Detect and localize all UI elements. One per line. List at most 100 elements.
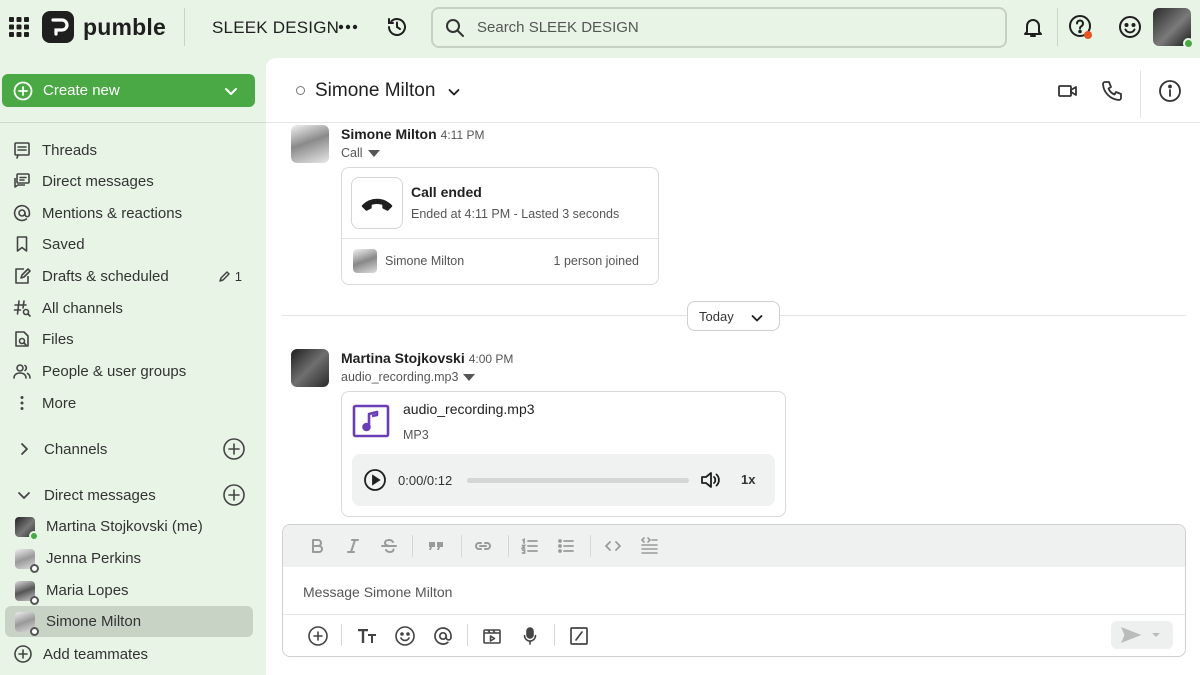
add-attachment-icon[interactable] (307, 625, 329, 647)
phone-call-icon[interactable] (1100, 79, 1124, 103)
link-icon[interactable] (473, 536, 493, 556)
call-detail: Ended at 4:11 PM - Lasted 3 seconds (411, 207, 620, 221)
workspace-name[interactable]: SLEEK DESIGN (212, 18, 339, 38)
author-name: Martina Stojkovski (341, 350, 465, 366)
message-sub-toggle[interactable]: Call (341, 146, 380, 160)
info-icon[interactable] (1158, 79, 1182, 103)
message-author[interactable]: Martina Stojkovski 4:00 PM (341, 350, 513, 366)
add-teammates-button[interactable]: Add teammates (0, 640, 260, 668)
emoji-icon[interactable] (394, 625, 416, 647)
play-icon[interactable] (363, 468, 387, 492)
dm-item-maria[interactable]: Maria Lopes (5, 575, 253, 606)
avatar[interactable] (291, 125, 329, 163)
sidebar-item-mentions[interactable]: Mentions & reactions (0, 199, 260, 227)
dm-item-martina[interactable]: Martina Stojkovski (me) (5, 511, 253, 542)
bold-icon[interactable] (307, 536, 327, 556)
chevron-down-icon[interactable] (17, 488, 31, 502)
help-icon[interactable] (1068, 14, 1094, 40)
avatar[interactable] (291, 349, 329, 387)
top-bar: pumble SLEEK DESIGN (0, 0, 1200, 56)
italic-icon[interactable] (343, 536, 363, 556)
message-time: 4:00 PM (468, 352, 514, 366)
strikethrough-icon[interactable] (379, 536, 399, 556)
logo-text: pumble (83, 13, 166, 40)
sidebar-item-more[interactable]: More (0, 389, 260, 417)
bullet-list-icon[interactable] (556, 536, 576, 556)
pumble-logo[interactable]: pumble (42, 11, 166, 43)
history-icon[interactable] (385, 15, 409, 39)
send-options-chevron-icon[interactable] (1151, 630, 1161, 640)
file-attachment-card: audio_recording.mp3 MP3 0:00/0:12 1x (341, 391, 786, 517)
search-bar[interactable] (431, 7, 1007, 48)
send-icon[interactable] (1120, 624, 1142, 646)
user-avatar[interactable] (1153, 8, 1194, 49)
code-block-icon[interactable] (639, 536, 659, 556)
sidebar-item-saved[interactable]: Saved (0, 230, 260, 258)
channel-header: Simone Milton (266, 58, 1200, 123)
send-button-group (1111, 621, 1173, 649)
code-icon[interactable] (603, 536, 623, 556)
sidebar-item-threads[interactable]: Threads (0, 136, 260, 164)
volume-icon[interactable] (699, 469, 721, 491)
avatar (15, 580, 39, 605)
dm-item-label: Simone Milton (46, 613, 142, 630)
caret-down-icon (367, 149, 380, 157)
drafts-icon (15, 268, 31, 284)
ordered-list-icon[interactable] (520, 536, 540, 556)
sidebar-item-direct-messages[interactable]: Direct messages (0, 167, 260, 195)
file-name[interactable]: audio_recording.mp3 (403, 401, 535, 417)
text-format-icon[interactable] (356, 625, 378, 647)
threads-icon (14, 142, 30, 159)
search-icon (446, 18, 464, 37)
message-author[interactable]: Simone Milton 4:11 PM (341, 126, 484, 142)
message-input[interactable] (303, 580, 1163, 604)
microphone-icon[interactable] (519, 625, 541, 647)
channel-title[interactable]: Simone Milton (315, 80, 435, 102)
main-panel: Simone Milton Simone Milton 4:11 PM Call … (266, 58, 1200, 675)
pencil-icon (219, 270, 230, 282)
emoji-status-icon[interactable] (1117, 14, 1143, 40)
offline-status-icon (30, 595, 39, 605)
at-icon (13, 204, 31, 222)
video-clip-icon[interactable] (481, 625, 503, 647)
more-horizontal-icon[interactable] (336, 16, 360, 38)
sidebar-item-label: Direct messages (42, 172, 154, 190)
chevron-down-icon[interactable] (447, 85, 461, 99)
dm-item-jenna[interactable]: Jenna Perkins (5, 543, 253, 574)
search-input[interactable] (477, 19, 957, 36)
sidebar-item-drafts[interactable]: Drafts & scheduled 1 (0, 262, 260, 290)
offline-status-icon (30, 626, 39, 636)
slash-command-icon[interactable] (568, 625, 590, 647)
sidebar-item-all-channels[interactable]: All channels (0, 294, 260, 322)
channels-section-label[interactable]: Channels (44, 441, 107, 458)
sidebar-item-people[interactable]: People & user groups (0, 357, 260, 385)
mention-icon[interactable] (432, 625, 454, 647)
audio-progress-bar[interactable] (467, 478, 689, 483)
direct-messages-section-label[interactable]: Direct messages (44, 487, 156, 504)
day-divider-button[interactable]: Today (687, 301, 780, 331)
drafts-count: 1 (234, 268, 242, 284)
dm-item-label: Martina Stojkovski (me) (46, 518, 203, 535)
plus-circle-icon (14, 645, 32, 663)
add-dm-icon[interactable] (222, 483, 246, 507)
participants-joined: 1 person joined (553, 254, 639, 268)
player-time: 0:00/0:12 (398, 473, 453, 488)
dm-item-simone[interactable]: Simone Milton (5, 606, 253, 637)
add-channel-icon[interactable] (222, 437, 246, 461)
apps-grid-icon[interactable] (8, 16, 30, 38)
divider (554, 624, 555, 646)
divider (0, 122, 266, 123)
divider (461, 535, 462, 557)
create-new-button[interactable]: Create new (2, 74, 255, 107)
sidebar-item-files[interactable]: Files (0, 325, 260, 353)
author-name: Simone Milton (341, 126, 437, 142)
message-sub-toggle[interactable]: audio_recording.mp3 (341, 370, 476, 384)
sidebar-item-label: Files (42, 330, 74, 348)
quote-icon[interactable] (426, 536, 446, 556)
people-icon (13, 364, 31, 379)
chevron-right-icon[interactable] (17, 442, 31, 456)
audio-file-icon[interactable] (352, 404, 390, 438)
playback-speed-button[interactable]: 1x (741, 472, 755, 487)
video-call-icon[interactable] (1056, 79, 1080, 103)
bell-icon[interactable] (1020, 14, 1046, 40)
